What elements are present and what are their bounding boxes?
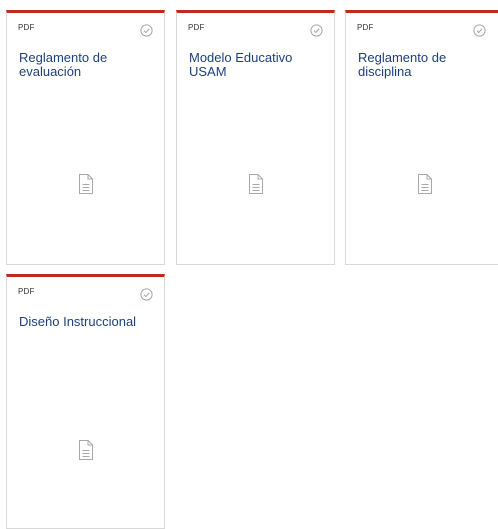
- file-type-label: PDF: [188, 23, 205, 32]
- document-icon: [417, 174, 432, 194]
- document-icon: [248, 174, 263, 194]
- document-title[interactable]: Reglamento de disciplina: [358, 51, 493, 79]
- document-title[interactable]: Modelo Educativo USAM: [189, 51, 324, 79]
- document-icon: [78, 174, 93, 194]
- document-icon: [78, 440, 93, 460]
- document-card[interactable]: PDF Reglamento de disciplina: [345, 10, 498, 265]
- check-circle-icon[interactable]: [140, 24, 153, 37]
- document-card[interactable]: PDF Reglamento de evaluación: [6, 10, 165, 265]
- document-card[interactable]: PDF Diseño Instruccional: [6, 274, 165, 529]
- document-card[interactable]: PDF Modelo Educativo USAM: [176, 10, 335, 265]
- check-circle-icon[interactable]: [473, 24, 486, 37]
- file-type-label: PDF: [357, 23, 374, 32]
- file-type-label: PDF: [18, 23, 35, 32]
- document-title[interactable]: Diseño Instruccional: [19, 315, 154, 329]
- file-type-label: PDF: [18, 287, 35, 296]
- check-circle-icon[interactable]: [310, 24, 323, 37]
- check-circle-icon[interactable]: [140, 288, 153, 301]
- document-title[interactable]: Reglamento de evaluación: [19, 51, 154, 79]
